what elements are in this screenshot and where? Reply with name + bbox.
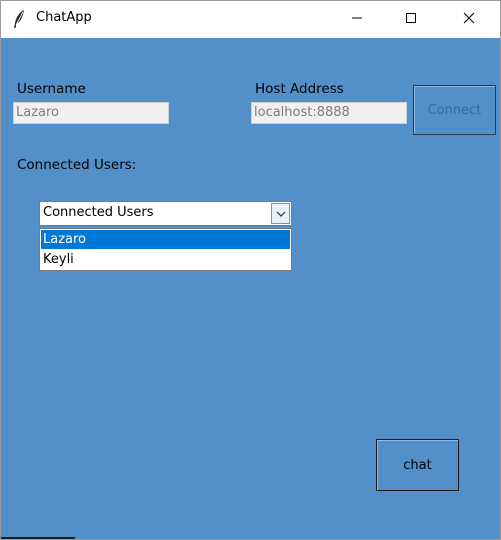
- dropdown-option-keyli[interactable]: Keyli: [41, 250, 290, 269]
- combobox-selected-value: Connected Users: [43, 205, 154, 220]
- main-panel: Username Lazaro Host Address localhost:8…: [1, 38, 500, 539]
- connected-users-dropdown-list: Lazaro Keyli: [39, 228, 292, 271]
- window-title: ChatApp: [36, 10, 92, 25]
- close-button[interactable]: [446, 1, 492, 38]
- chevron-down-icon[interactable]: [271, 203, 290, 224]
- maximize-button[interactable]: [388, 1, 434, 38]
- host-address-field[interactable]: localhost:8888: [251, 102, 407, 124]
- dropdown-option-lazaro[interactable]: Lazaro: [41, 230, 290, 249]
- connected-users-label: Connected Users:: [17, 157, 137, 173]
- host-address-label: Host Address: [255, 81, 344, 97]
- title-bar[interactable]: ChatApp: [1, 1, 500, 38]
- maximize-icon: [405, 12, 417, 28]
- connect-button[interactable]: Connect: [413, 85, 496, 135]
- feather-icon: [12, 9, 26, 29]
- username-label: Username: [17, 81, 86, 97]
- connected-users-combobox[interactable]: Connected Users: [39, 201, 292, 226]
- minimize-button[interactable]: [334, 1, 380, 38]
- chat-button[interactable]: chat: [376, 439, 459, 491]
- close-icon: [463, 12, 475, 28]
- minimize-icon: [351, 12, 363, 28]
- chatapp-window: ChatApp Username Lazaro Host Address loc…: [0, 0, 501, 540]
- username-field[interactable]: Lazaro: [13, 102, 169, 124]
- bottom-edge-strip: [1, 537, 75, 539]
